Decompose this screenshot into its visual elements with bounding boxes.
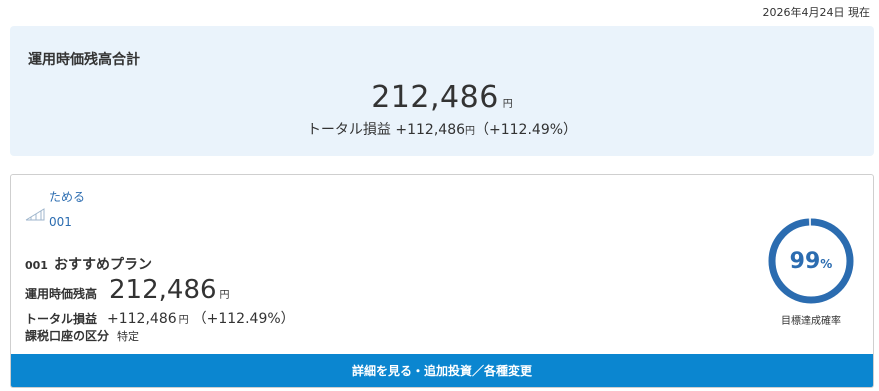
- summary-pl-percent: （+112.49%）: [475, 122, 578, 138]
- plan-heading: 001 おすすめプラン: [25, 254, 152, 274]
- achievement-caption: 目標達成確率: [781, 316, 841, 327]
- plan-name: おすすめプラン: [53, 257, 152, 273]
- summary-value-unit: 円: [502, 99, 513, 110]
- summary-title: 運用時価残高合計: [28, 52, 140, 68]
- detail-button[interactable]: 詳細を見る・追加投資／各種変更: [11, 354, 873, 387]
- plan-value-label: 運用時価残高: [25, 287, 98, 301]
- plan-tax-value: 特定: [117, 330, 140, 343]
- plan-card: ためる 001 001 おすすめプラン 運用時価残高 212,486 円 トータル…: [10, 174, 874, 388]
- chart-trend-icon: [25, 208, 45, 221]
- goal-code-link[interactable]: 001: [49, 215, 72, 229]
- plan-value-number: 212,486: [109, 275, 217, 305]
- achievement-value: 99%: [767, 217, 855, 305]
- goal-name-link[interactable]: ためる: [49, 188, 85, 205]
- plan-value-unit: 円: [219, 290, 230, 301]
- plan-code: 001: [25, 259, 48, 272]
- plan-pl-label: トータル損益: [25, 312, 98, 326]
- summary-total-pl: トータル損益 +112,486円（+112.49%）: [10, 119, 874, 139]
- achievement-ring: 99%: [767, 217, 855, 305]
- plan-tax-row: 課税口座の区分 特定: [25, 327, 139, 344]
- summary-pl-unit: 円: [465, 126, 476, 137]
- achievement-percent-sign: %: [820, 257, 833, 271]
- summary-pl-value: +112,486: [395, 122, 466, 138]
- summary-pl-label: トータル損益: [306, 122, 391, 138]
- plan-value-row: 運用時価残高 212,486 円: [25, 275, 230, 305]
- as-of-date: 2026年4月24日 現在: [762, 6, 871, 19]
- summary-value-number: 212,486: [371, 80, 499, 115]
- plan-pl-value: +112,486: [107, 311, 177, 327]
- plan-pl-unit: 円: [178, 315, 189, 326]
- achievement-number: 99: [789, 248, 821, 274]
- plan-pl-row: トータル損益 +112,486 円 （+112.49%）: [25, 308, 295, 328]
- total-summary-panel: 運用時価残高合計 212,486 円 トータル損益 +112,486円（+112.…: [10, 26, 874, 156]
- plan-tax-label: 課税口座の区分: [25, 329, 110, 343]
- plan-pl-percent: （+112.49%）: [192, 311, 295, 327]
- summary-total-value: 212,486 円: [10, 80, 874, 115]
